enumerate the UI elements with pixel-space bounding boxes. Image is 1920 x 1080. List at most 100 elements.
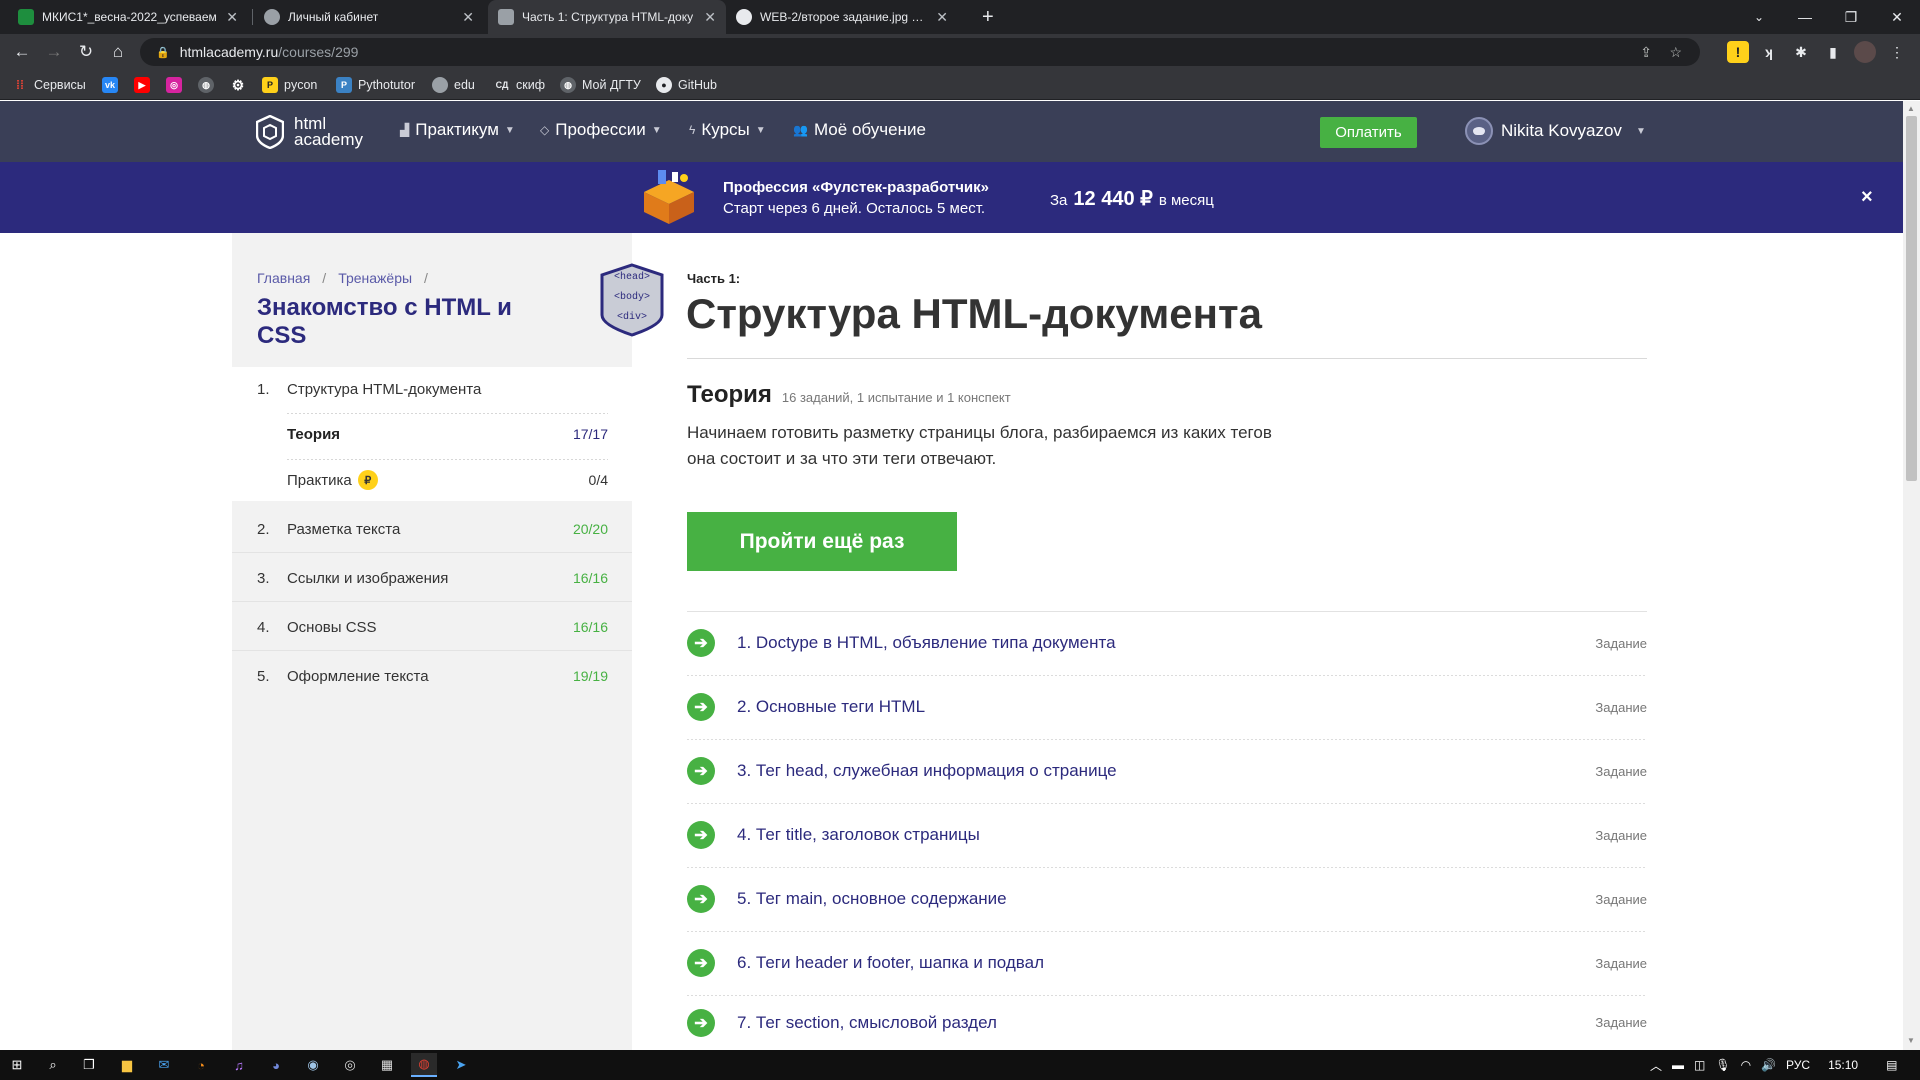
nav-courses[interactable]: ϟ Курсы ▼: [689, 120, 766, 140]
bookmark-edu[interactable]: edu: [432, 75, 475, 95]
promo-banner[interactable]: Профессия «Фулстек-разработчик» Старт че…: [0, 162, 1903, 233]
nav-label: Практикум: [415, 120, 499, 139]
microphone-icon[interactable]: 🎙: [1715, 1058, 1730, 1072]
back-icon[interactable]: ←: [10, 40, 34, 64]
minimize-icon[interactable]: —: [1782, 0, 1828, 34]
user-menu[interactable]: Nikita Kovyazov ▼: [1465, 117, 1646, 145]
sidepanel-icon[interactable]: ▮: [1822, 41, 1844, 63]
chapter-item[interactable]: 2. Разметка текста 20/20: [257, 517, 608, 541]
course-title[interactable]: Знакомство с HTML и CSS: [257, 294, 517, 350]
windows-start-icon[interactable]: ⊞: [4, 1053, 30, 1077]
music-icon[interactable]: ♫: [226, 1053, 252, 1077]
calculator-icon[interactable]: ▦: [374, 1053, 400, 1077]
task-type: Задание: [1595, 891, 1647, 907]
restore-icon[interactable]: ❐: [1828, 0, 1874, 34]
task-row[interactable]: ➔ 5. Тег main, основное содержание Задан…: [687, 867, 1647, 931]
close-window-icon[interactable]: ✕: [1874, 0, 1920, 34]
bookmark-globe[interactable]: ◍: [198, 75, 214, 95]
close-icon[interactable]: ✕: [704, 9, 716, 26]
instagram-icon: ◎: [166, 77, 182, 93]
tab-search-icon[interactable]: ⌄: [1736, 0, 1782, 34]
chapter-item[interactable]: 1. Структура HTML-документа: [257, 377, 608, 401]
steam-icon[interactable]: ◉: [300, 1053, 326, 1077]
tab-label: Личный кабинет: [288, 10, 379, 24]
puzzle-icon[interactable]: ✱: [1790, 41, 1812, 63]
bookmark-skif[interactable]: СД скиф: [494, 75, 545, 95]
skif-icon: СД: [495, 80, 509, 90]
bookmark-vk[interactable]: vk: [102, 75, 118, 95]
browser-tab[interactable]: МКИС1*_весна-2022_успеваем ✕: [8, 0, 248, 34]
star-icon[interactable]: ☆: [1669, 44, 1682, 61]
breadcrumb-home[interactable]: Главная: [257, 270, 310, 286]
bookmark-settings[interactable]: ⚙: [230, 75, 246, 95]
nav-my-learning[interactable]: 👥 Моё обучение: [793, 120, 926, 140]
browser-tab[interactable]: WEB-2/второе задание.jpg at m ✕: [726, 0, 958, 34]
reload-icon[interactable]: ↻: [74, 40, 98, 64]
browser-tab-active[interactable]: Часть 1: Структура HTML-доку ✕: [488, 0, 726, 34]
extension-icon[interactable]: !: [1727, 41, 1749, 63]
promo-subtitle: Старт через 6 дней. Осталось 5 мест.: [723, 200, 986, 217]
browser-tab[interactable]: Личный кабинет ✕: [254, 0, 484, 34]
bookmark-youtube[interactable]: ▶: [134, 75, 150, 95]
tray-app-icon[interactable]: ▬: [1672, 1058, 1684, 1072]
telegram-icon[interactable]: ➤: [448, 1053, 474, 1077]
scroll-thumb[interactable]: [1906, 116, 1917, 481]
retry-button[interactable]: Пройти ещё раз: [687, 512, 957, 571]
task-row[interactable]: ➔ 2. Основные теги HTML Задание: [687, 675, 1647, 739]
subsection-theory[interactable]: Теория 17/17: [257, 422, 608, 446]
language-indicator[interactable]: РУС: [1786, 1058, 1810, 1072]
bookmark-label: Сервисы: [34, 78, 86, 92]
search-icon[interactable]: ⌕: [40, 1053, 66, 1077]
bookmark-instagram[interactable]: ◎: [166, 75, 182, 95]
close-icon[interactable]: ✕: [462, 9, 474, 26]
bookmark-services[interactable]: ⁞⁞ Сервисы: [12, 75, 86, 95]
vk-extension-icon[interactable]: ʞ: [1758, 41, 1780, 63]
task-row[interactable]: ➔ 1. Doctype в HTML, объявление типа док…: [687, 611, 1647, 675]
pay-button[interactable]: Оплатить: [1320, 117, 1417, 148]
site-logo[interactable]: html academy: [256, 115, 363, 149]
bookmark-github[interactable]: ● GitHub: [656, 75, 717, 95]
bookmark-pycon[interactable]: P pycon: [262, 75, 317, 95]
bookmark-pythontutor[interactable]: P Pythotutor: [336, 75, 415, 95]
wifi-icon[interactable]: ◠: [1741, 1058, 1751, 1072]
page-scrollbar[interactable]: ▲ ▼: [1903, 101, 1920, 1050]
tray-app-icon[interactable]: ◫: [1694, 1058, 1705, 1072]
chrome-icon[interactable]: ◍: [411, 1053, 437, 1077]
share-icon[interactable]: ⇪: [1640, 44, 1652, 61]
task-row[interactable]: ➔ 7. Тег section, смысловой раздел Задан…: [687, 995, 1647, 1050]
chapter-item[interactable]: 4. Основы CSS 16/16: [257, 615, 608, 639]
subsection-practice[interactable]: Практика ₽ 0/4: [257, 468, 608, 492]
nav-professions[interactable]: ◇ Профессии ▼: [540, 120, 662, 140]
task-view-icon[interactable]: ❐: [76, 1053, 102, 1077]
task-row[interactable]: ➔ 3. Тег head, служебная информация о ст…: [687, 739, 1647, 803]
close-icon[interactable]: ✕: [936, 9, 948, 26]
notifications-icon[interactable]: ▤: [1886, 1058, 1897, 1072]
nav-practicum[interactable]: ▟ Практикум ▼: [400, 120, 515, 140]
chapter-item[interactable]: 3. Ссылки и изображения 16/16: [257, 566, 608, 590]
forward-icon[interactable]: →: [42, 40, 66, 64]
bookmark-dgtu[interactable]: ◍ Мой ДГТУ: [560, 75, 641, 95]
scroll-up-icon[interactable]: ▲: [1907, 104, 1915, 113]
address-bar[interactable]: 🔒 htmlacademy.ru/courses/299 ⇪ ☆: [140, 38, 1700, 66]
breadcrumb-trainers[interactable]: Тренажёры: [338, 270, 412, 286]
volume-icon[interactable]: 🔊: [1761, 1058, 1776, 1072]
clock[interactable]: 15:10: [1828, 1058, 1858, 1072]
yandex-icon[interactable]: ◔: [188, 1053, 214, 1077]
app-icon[interactable]: ◎: [337, 1053, 363, 1077]
new-tab-button[interactable]: +: [972, 0, 1002, 34]
task-row[interactable]: ➔ 6. Теги header и footer, шапка и подва…: [687, 931, 1647, 995]
menu-icon[interactable]: ⋮: [1886, 41, 1908, 63]
close-icon[interactable]: ✕: [226, 9, 238, 26]
chapter-item[interactable]: 5. Оформление текста 19/19: [257, 664, 608, 688]
mail-icon[interactable]: ✉: [151, 1053, 177, 1077]
system-tray[interactable]: ︿ ▬ ◫ 🎙 ◠ 🔊 РУС 15:10 ▤: [1650, 1050, 1897, 1080]
breadcrumb-separator: /: [424, 270, 428, 286]
task-row[interactable]: ➔ 4. Тег title, заголовок страницы Задан…: [687, 803, 1647, 867]
file-explorer-icon[interactable]: ▆: [114, 1053, 140, 1077]
close-icon[interactable]: ×: [1861, 186, 1873, 209]
home-icon[interactable]: ⌂: [106, 40, 130, 64]
profile-avatar[interactable]: [1854, 41, 1876, 63]
discord-icon[interactable]: ◕: [263, 1053, 289, 1077]
chevron-up-icon[interactable]: ︿: [1650, 1057, 1662, 1074]
scroll-down-icon[interactable]: ▼: [1907, 1036, 1915, 1045]
